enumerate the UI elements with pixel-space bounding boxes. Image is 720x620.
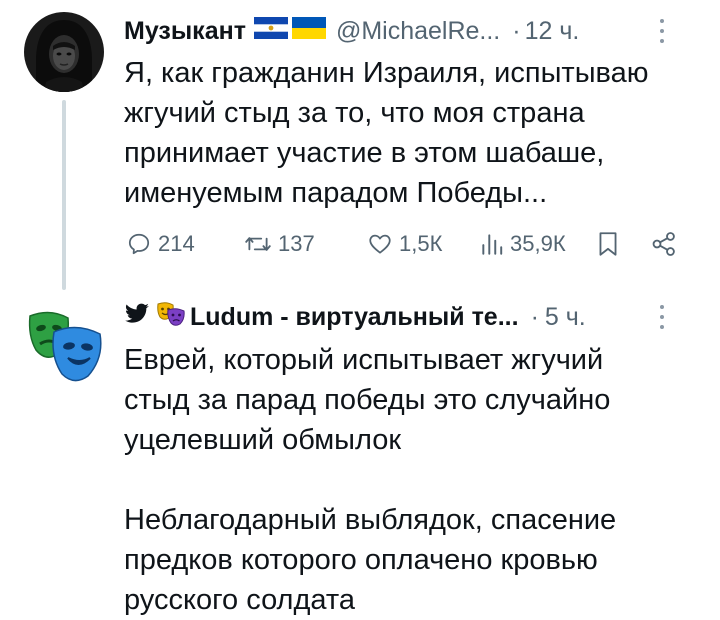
author-name[interactable]: Музыкант (124, 17, 246, 46)
tweet-2-text: Еврей, который испытывает жгучий стыд за… (124, 340, 694, 620)
hooded-figure-image (24, 12, 104, 92)
separator-dot: · (530, 302, 539, 331)
timestamp[interactable]: 5 ч. (545, 303, 586, 332)
flag-el-salvador-icon (253, 16, 288, 46)
share-icon (652, 232, 675, 256)
text-line: стыд за парад победы это случайно (124, 384, 611, 416)
reply-count: 214 (158, 231, 195, 256)
bookmark-icon (599, 232, 617, 256)
retweet-button[interactable]: 137 (244, 226, 315, 262)
retweet-count: 137 (278, 231, 315, 256)
views-button[interactable]: 35,9К (480, 226, 566, 262)
text-line: предков которого оплачено кровью (124, 544, 598, 576)
like-count: 1,5К (399, 231, 443, 256)
retweet-icon (245, 237, 271, 251)
tweet-2[interactable]: Ludum - виртуальный те... · 5 ч. Еврей, … (0, 290, 720, 620)
text-line: жгучий стыд за то, что моя страна (124, 97, 585, 129)
action-bar: 214 137 1,5К 35,9К (124, 226, 684, 262)
text-line: принимает участие в этом шабаше, (124, 137, 605, 169)
more-options-icon[interactable] (658, 303, 666, 331)
separator-dot: · (512, 16, 521, 45)
text-line: именуемым парадом Победы... (124, 177, 548, 209)
tweet-1-text: Я, как гражданин Израиля, испытываю жгуч… (124, 53, 694, 213)
text-line: русского солдата (124, 584, 355, 616)
reply-button[interactable]: 214 (126, 226, 195, 262)
views-count: 35,9К (510, 231, 566, 256)
text-line: уцелевший обмылок (124, 424, 402, 456)
theater-masks-emoji (156, 301, 186, 334)
tweet-2-header: Ludum - виртуальный те... · 5 ч. (124, 300, 700, 334)
thread-line (62, 100, 66, 290)
text-line: Еврей, который испытывает жгучий (124, 344, 604, 376)
timestamp[interactable]: 12 ч. (525, 17, 580, 46)
avatar-theater-masks[interactable] (24, 304, 104, 384)
tweet-1[interactable]: Музыкант @MichaelRe... · 12 ч. Я, как гр… (0, 0, 720, 290)
flag-ukraine-icon (291, 16, 326, 46)
theater-masks-image (28, 311, 102, 382)
text-line: Неблагодарный выблядок, спасение (124, 504, 617, 536)
avatar-hooded-figure[interactable] (24, 12, 104, 92)
heart-icon (369, 234, 391, 254)
more-options-icon[interactable] (658, 17, 666, 45)
author-handle[interactable]: @MichaelRe... (336, 17, 500, 46)
reply-icon (128, 233, 150, 255)
bookmark-button[interactable] (596, 226, 620, 262)
like-button[interactable]: 1,5К (367, 226, 442, 262)
share-button[interactable] (650, 226, 678, 262)
author-name[interactable]: Ludum - виртуальный те... (190, 303, 519, 332)
views-bar-chart-icon (482, 234, 503, 255)
tweet-1-header: Музыкант @MichaelRe... · 12 ч. (124, 14, 700, 48)
bird-icon (124, 303, 150, 332)
text-line: Я, как гражданин Израиля, испытываю (124, 57, 649, 89)
